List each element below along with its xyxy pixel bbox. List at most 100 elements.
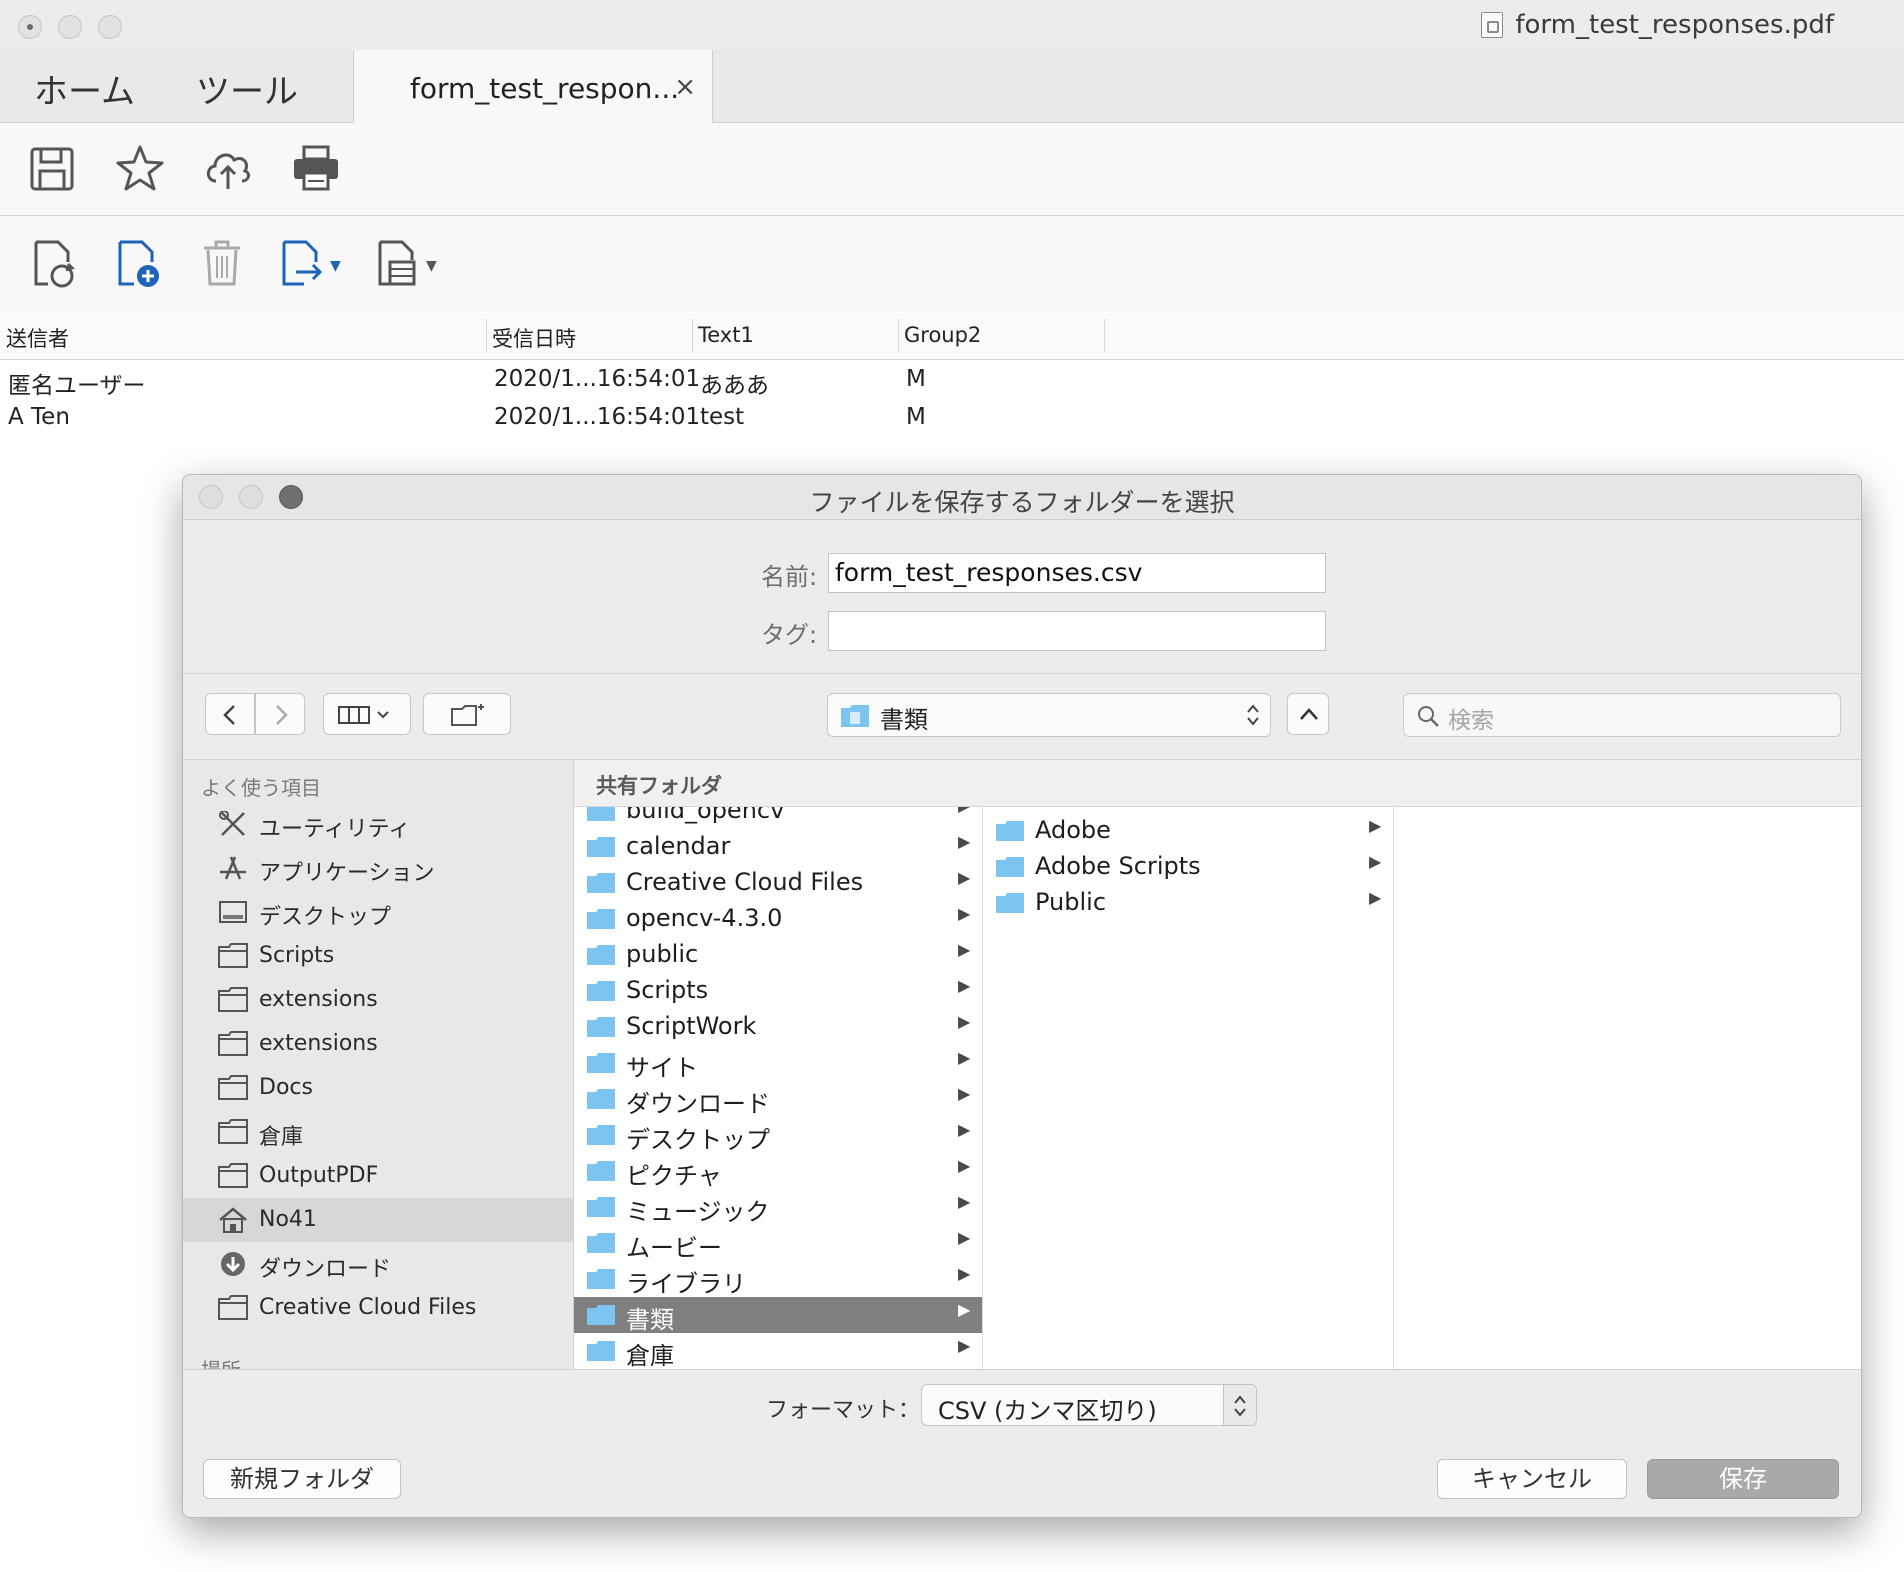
forward-button[interactable] (255, 693, 305, 735)
folder-list-item[interactable]: calendar ▶ (574, 829, 982, 865)
folder-list-item[interactable]: opencv-4.3.0 ▶ (574, 901, 982, 937)
folder-list-item[interactable]: ピクチャ ▶ (574, 1153, 982, 1190)
folder-icon (587, 1089, 615, 1109)
folder-name: calendar (626, 832, 731, 860)
add-document-icon[interactable] (112, 238, 164, 290)
column-header-group2[interactable]: Group2 (904, 323, 981, 347)
back-button[interactable] (205, 693, 255, 735)
folder-list-item[interactable]: ダウンロード ▶ (574, 1081, 982, 1118)
favorites-heading: よく使う項目 (201, 776, 321, 800)
folder-list-item[interactable]: Scripts ▶ (574, 973, 982, 1009)
folder-name: 書類 (626, 1306, 674, 1334)
sidebar-item-warehouse[interactable]: 倉庫 (183, 1110, 573, 1154)
disclosure-arrow-icon: ▶ (958, 1300, 971, 1319)
sidebar-item-utilities[interactable]: ユーティリティ (183, 802, 573, 846)
folder-list-item[interactable]: Adobe Scripts ▶ (983, 849, 1393, 885)
folder-name: ピクチャ (626, 1162, 722, 1190)
sidebar-item-extensions[interactable]: extensions (183, 978, 573, 1022)
sidebar-item-home[interactable]: No41 (183, 1198, 573, 1242)
refresh-document-icon[interactable] (28, 238, 80, 290)
column-1: build_opencv▶calendar▶Creative Cloud Fil… (574, 807, 983, 1370)
filename-field[interactable]: form_test_responses.csv (828, 553, 1326, 593)
tab-document[interactable]: form_test_respon... × (353, 50, 713, 123)
folder-name: デスクトップ (626, 1126, 770, 1154)
disclosure-arrow-icon: ▶ (958, 1336, 971, 1355)
column-header-sender[interactable]: 送信者 (6, 323, 69, 353)
sidebar-item-label: ユーティリティ (259, 817, 411, 842)
minimize-window-button[interactable] (58, 15, 82, 39)
chevron-left-icon (223, 705, 235, 725)
folder-list-item[interactable]: Public ▶ (983, 885, 1393, 921)
sidebar-item-extensions[interactable]: extensions (183, 1022, 573, 1066)
search-field[interactable]: 検索 (1403, 693, 1841, 737)
disclosure-arrow-icon: ▶ (958, 868, 971, 887)
location-popup[interactable]: 書類 (827, 693, 1271, 737)
print-icon[interactable] (290, 143, 342, 195)
column-header-received[interactable]: 受信日時 (492, 323, 576, 353)
dialog-button-bar: 新規フォルダ キャンセル 保存 (183, 1439, 1861, 1517)
chevron-right-icon (276, 705, 288, 725)
folder-list-item[interactable]: Creative Cloud Files ▶ (574, 865, 982, 901)
search-placeholder: 検索 (1448, 708, 1494, 734)
sidebar-item-label: OutputPDF (259, 1163, 379, 1188)
tab-tools[interactable]: ツール (196, 64, 298, 113)
folder-list-item[interactable]: Adobe ▶ (983, 813, 1393, 849)
tab-home[interactable]: ホーム (34, 64, 135, 113)
cell-group2: M (906, 366, 926, 392)
sidebar-item-desktop[interactable]: デスクトップ (183, 890, 573, 934)
disclosure-arrow-icon: ▶ (958, 904, 971, 923)
folder-list-item[interactable]: デスクトップ ▶ (574, 1117, 982, 1154)
sidebar-item-docs[interactable]: Docs (183, 1066, 573, 1110)
folder-list-item[interactable]: build_opencv ▶ (574, 807, 982, 829)
trash-icon[interactable] (196, 238, 248, 290)
enclosing-folder-button[interactable] (1287, 693, 1329, 735)
column-browser-header: 共有フォルダ (574, 760, 1861, 807)
zoom-window-button[interactable] (98, 15, 122, 39)
folder-list-item[interactable]: 倉庫 ▶ (574, 1333, 982, 1370)
folder-list-item[interactable]: public ▶ (574, 937, 982, 973)
disclosure-arrow-icon: ▶ (958, 1048, 971, 1067)
close-tab-icon[interactable]: × (674, 72, 696, 102)
cell-sender: 匿名ユーザー (8, 373, 146, 399)
new-folder-button[interactable]: 新規フォルダ (203, 1459, 401, 1499)
folder-list-item[interactable]: ミュージック ▶ (574, 1189, 982, 1226)
close-window-button[interactable] (18, 15, 42, 39)
column-header-text1[interactable]: Text1 (698, 323, 754, 347)
table-row[interactable]: A Ten 2020/1...16:54:01 test M (0, 400, 1904, 438)
column-divider[interactable] (486, 319, 487, 353)
view-mode-button[interactable] (323, 693, 411, 735)
options-dropdown-icon[interactable]: ▼ (426, 258, 437, 274)
cancel-button[interactable]: キャンセル (1437, 1459, 1627, 1499)
document-options-icon[interactable] (372, 238, 424, 290)
sidebar-item-label: No41 (259, 1207, 317, 1232)
folder-list-item[interactable]: ムービー ▶ (574, 1225, 982, 1262)
new-folder-toolbar-button[interactable] (423, 693, 511, 735)
folder-list-item[interactable]: サイト ▶ (574, 1045, 982, 1082)
folder-icon (587, 1269, 615, 1289)
save-icon[interactable] (26, 143, 78, 195)
sidebar-item-scripts[interactable]: Scripts (183, 934, 573, 978)
disclosure-arrow-icon: ▶ (958, 1012, 971, 1031)
export-document-icon[interactable] (276, 238, 328, 290)
cloud-upload-icon[interactable] (202, 143, 254, 195)
sidebar-item-creative-cloud[interactable]: Creative Cloud Files (183, 1286, 573, 1330)
sidebar-item-downloads[interactable]: ダウンロード (183, 1242, 573, 1286)
tags-field[interactable] (828, 611, 1326, 651)
window-titlebar: form_test_responses.pdf (0, 0, 1904, 51)
column-divider[interactable] (898, 319, 899, 353)
shared-folder-heading: 共有フォルダ (596, 774, 722, 798)
disclosure-arrow-icon: ▶ (958, 1192, 971, 1211)
sidebar-item-applications[interactable]: アプリケーション (183, 846, 573, 890)
folder-list-item[interactable]: 書類 ▶ (574, 1297, 982, 1334)
save-button[interactable]: 保存 (1647, 1459, 1839, 1499)
format-popup[interactable]: CSV (カンマ区切り) (921, 1384, 1257, 1426)
star-icon[interactable] (114, 143, 166, 195)
sidebar-item-label: 倉庫 (259, 1125, 304, 1150)
export-dropdown-icon[interactable]: ▼ (330, 258, 341, 274)
folder-list-item[interactable]: ライブラリ ▶ (574, 1261, 982, 1298)
column-divider[interactable] (1104, 319, 1105, 353)
sidebar-item-outputpdf[interactable]: OutputPDF (183, 1154, 573, 1198)
table-row[interactable]: 匿名ユーザー 2020/1...16:54:01 あああ M (0, 362, 1904, 400)
column-divider[interactable] (692, 319, 693, 353)
folder-list-item[interactable]: ScriptWork ▶ (574, 1009, 982, 1045)
